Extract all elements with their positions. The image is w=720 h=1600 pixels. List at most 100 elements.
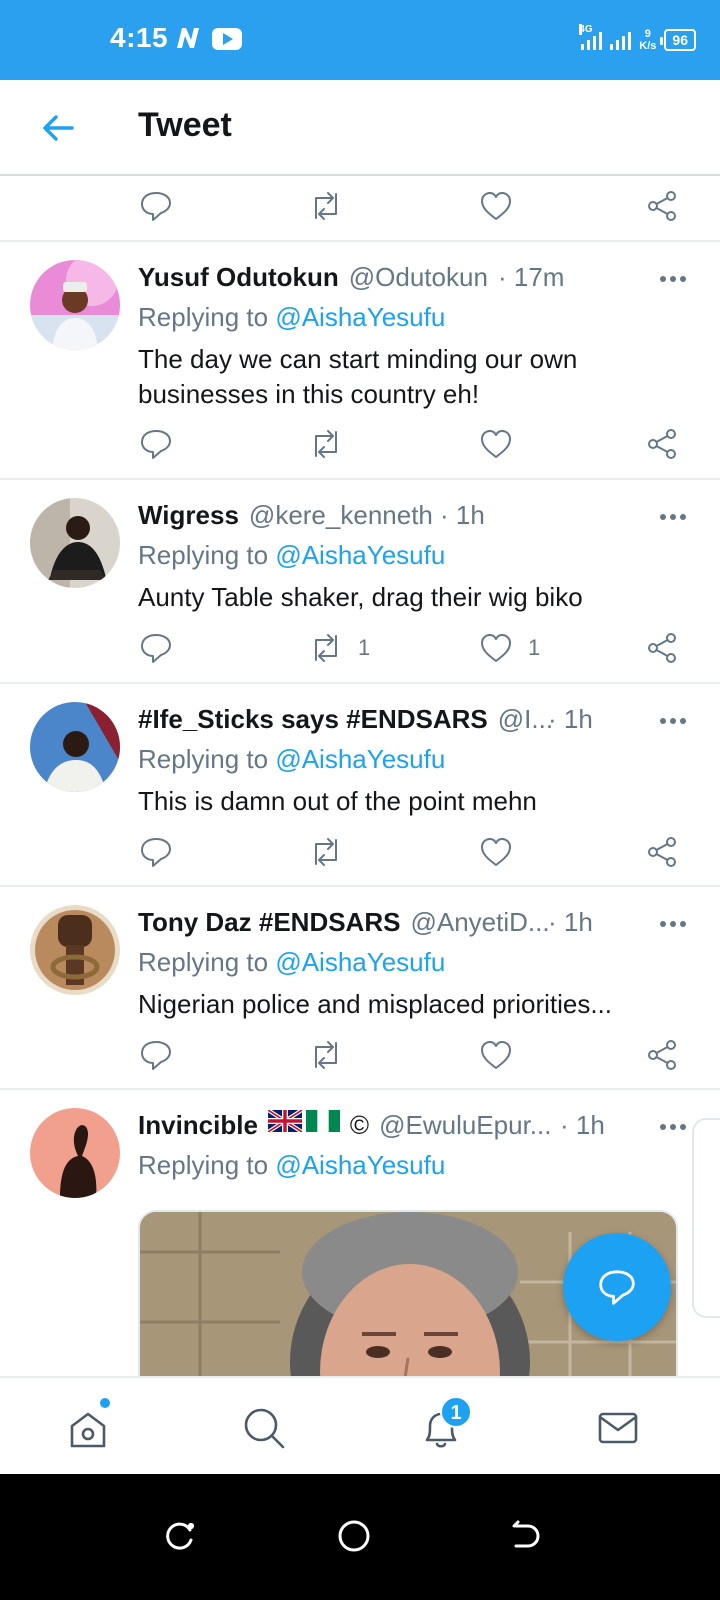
avatar[interactable] <box>30 905 120 995</box>
retweet-button[interactable] <box>308 1035 344 1075</box>
tweet-header: Tony Daz #ENDSARS @AnyetiD... <box>138 907 568 941</box>
avatar[interactable] <box>30 1108 120 1198</box>
retweet-count: 1 <box>358 635 371 660</box>
status-indicators: 4G 9 K/s 96 <box>579 22 696 58</box>
like-button[interactable] <box>478 424 514 464</box>
user-name[interactable]: Invincible <box>138 1110 258 1144</box>
tweet-text: The day we can start minding our own bus… <box>138 344 578 409</box>
reply-button[interactable] <box>138 832 174 872</box>
user-name[interactable]: Yusuf Odutokun <box>138 262 339 296</box>
nav-search[interactable] <box>240 1404 288 1452</box>
notifications-badge: 1 <box>440 1396 472 1428</box>
avatar[interactable] <box>30 702 120 792</box>
user-handle[interactable]: @EwuluEpur... <box>379 1110 551 1144</box>
replying-to: Replying to @AishaYesufu <box>138 540 445 571</box>
retweet-icon <box>315 1041 337 1069</box>
retweet-button[interactable] <box>308 424 344 464</box>
reply-button[interactable] <box>138 628 174 668</box>
nav-messages[interactable] <box>594 1404 642 1452</box>
reply-button[interactable] <box>138 424 174 464</box>
replying-prefix: Replying to <box>138 947 269 977</box>
tweet-time: · 1h <box>560 1110 605 1140</box>
retweet-button[interactable]: 1 <box>308 628 370 668</box>
replying-prefix: Replying to <box>138 1150 269 1180</box>
more-options-icon[interactable] <box>658 264 688 294</box>
circle-home-icon <box>338 1520 370 1552</box>
reply-icon <box>141 838 171 867</box>
status-bar: 4:15 4G 9 K/s 96 <box>0 0 720 80</box>
tweet-actions <box>138 424 698 464</box>
tweet-header: #Ife_Sticks says #ENDSARS @I... <box>138 704 568 738</box>
mention-link[interactable]: @AishaYesufu <box>275 540 445 570</box>
share-button[interactable] <box>644 628 680 668</box>
retweet-button[interactable] <box>308 186 344 226</box>
avatar[interactable] <box>30 260 120 350</box>
replying-prefix: Replying to <box>138 540 269 570</box>
heart-icon <box>481 1041 511 1069</box>
more-options-icon[interactable] <box>658 909 688 939</box>
speed-value: 9 <box>644 28 651 40</box>
mention-link[interactable]: @AishaYesufu <box>275 947 445 977</box>
status-time: 4:15 <box>110 22 169 53</box>
tweet-actions <box>138 832 698 872</box>
user-name[interactable]: #Ife_Sticks says #ENDSARS <box>138 704 488 738</box>
replying-to: Replying to @AishaYesufu <box>138 1150 445 1181</box>
user-handle[interactable]: @Odutokun <box>349 262 488 296</box>
signal-4g-icon: 4G <box>579 24 603 50</box>
share-icon <box>648 1040 676 1070</box>
mention-link[interactable]: @AishaYesufu <box>275 744 445 774</box>
share-button[interactable] <box>644 1035 680 1075</box>
reply-icon <box>141 634 171 663</box>
reply-button[interactable] <box>138 186 174 226</box>
like-button[interactable] <box>478 1035 514 1075</box>
tweet-time: · 17m <box>498 262 565 292</box>
user-handle[interactable]: @I... <box>498 704 553 738</box>
share-button[interactable] <box>644 424 680 464</box>
share-icon <box>648 429 676 459</box>
tweet-actions <box>138 1035 698 1075</box>
arrow-left-icon[interactable] <box>38 108 78 148</box>
heart-icon <box>481 838 511 866</box>
nav-home[interactable] <box>64 1404 112 1452</box>
user-name[interactable]: Tony Daz #ENDSARS <box>138 907 400 941</box>
user-handle[interactable]: @AnyetiD... <box>410 907 549 941</box>
home-button[interactable] <box>336 1518 372 1554</box>
compose-reply-button[interactable] <box>563 1233 671 1341</box>
mention-link[interactable]: @AishaYesufu <box>275 1150 445 1180</box>
side-panel-handle[interactable] <box>692 1118 720 1318</box>
back-button[interactable] <box>508 1518 544 1554</box>
tweet-card[interactable]: Yusuf Odutokun @Odutokun · 17m Replying … <box>0 240 720 478</box>
reply-feed[interactable]: Yusuf Odutokun @Odutokun · 17m Replying … <box>0 178 720 1404</box>
tweet-header: Invincible © @EwuluEpur... <box>138 1110 568 1144</box>
tweet-card[interactable]: #Ife_Sticks says #ENDSARS @I... · 1h Rep… <box>0 682 720 885</box>
tweet-actions <box>138 186 698 226</box>
share-button[interactable] <box>644 186 680 226</box>
more-options-icon[interactable] <box>658 706 688 736</box>
mail-icon <box>598 1412 638 1444</box>
like-button[interactable] <box>478 832 514 872</box>
like-button[interactable] <box>478 186 514 226</box>
replying-prefix: Replying to <box>138 302 269 332</box>
like-button[interactable]: 1 <box>478 628 540 668</box>
retweet-icon <box>315 838 337 866</box>
user-name[interactable]: Wigress <box>138 500 239 534</box>
battery-level: 96 <box>672 32 688 48</box>
tweet-card[interactable]: Wigress @kere_kenneth · 1h Replying to @… <box>0 478 720 682</box>
recent-apps-button[interactable] <box>162 1518 198 1554</box>
recent-apps-icon <box>166 1522 195 1550</box>
nigeria-flag-icon <box>305 1110 340 1132</box>
avatar[interactable] <box>30 498 120 588</box>
more-options-icon[interactable] <box>658 502 688 532</box>
user-handle[interactable]: @kere_kenneth <box>249 500 433 534</box>
speed-unit: K/s <box>639 40 657 52</box>
reply-button[interactable] <box>138 1035 174 1075</box>
replying-to: Replying to @AishaYesufu <box>138 744 445 775</box>
share-button[interactable] <box>644 832 680 872</box>
tweet-card[interactable]: Tony Daz #ENDSARS @AnyetiD... · 1h Reply… <box>0 885 720 1088</box>
mention-link[interactable]: @AishaYesufu <box>275 302 445 332</box>
share-icon <box>648 837 676 867</box>
more-options-icon[interactable] <box>658 1112 688 1142</box>
tweet-text: Aunty Table shaker, drag their wig biko <box>138 582 583 612</box>
tweet-text: This is damn out of the point mehn <box>138 786 537 816</box>
retweet-button[interactable] <box>308 832 344 872</box>
